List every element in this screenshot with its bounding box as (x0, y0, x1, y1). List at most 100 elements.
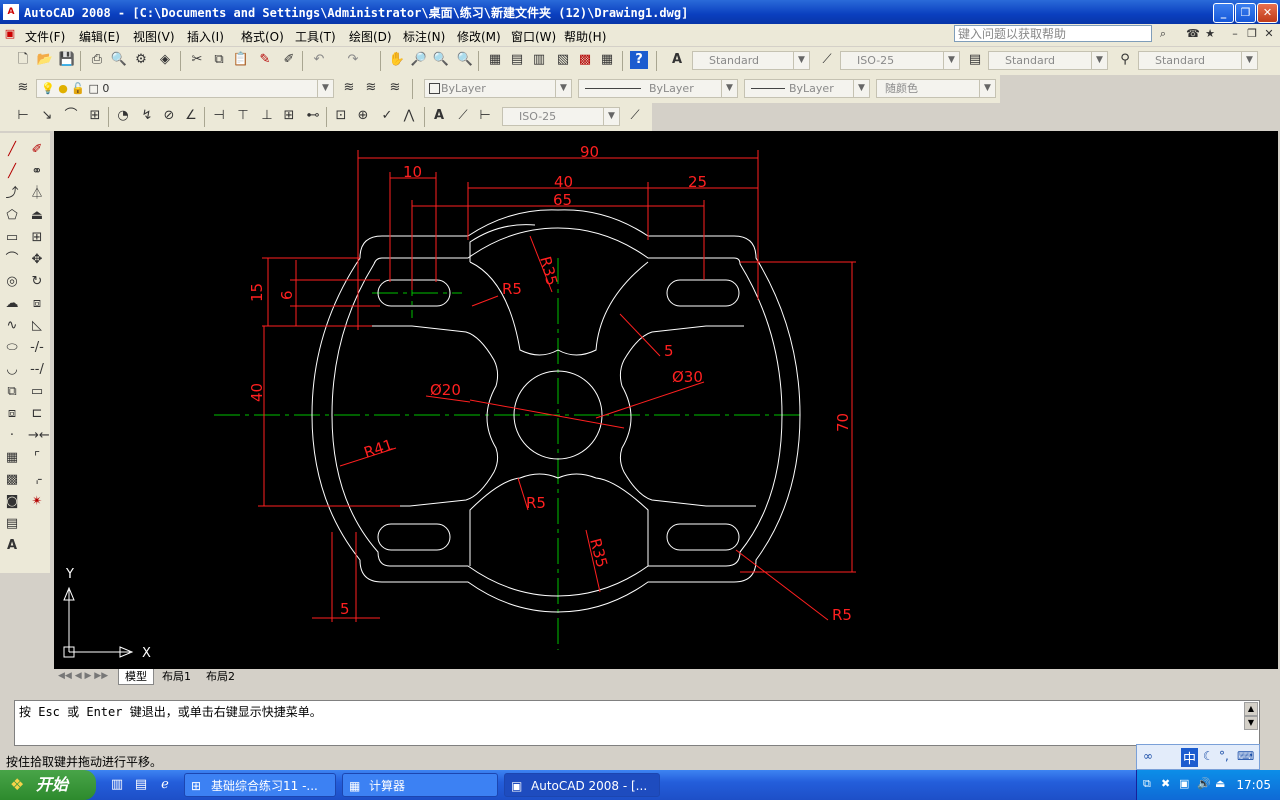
quicklaunch-ie-icon[interactable]: ℯ (156, 776, 174, 794)
dim-style-manager-icon[interactable]: ⟋ (626, 107, 644, 125)
ellipse-arc-icon[interactable]: ◡ (3, 361, 21, 379)
erase-icon[interactable]: ✐ (28, 141, 46, 159)
doc-close-icon[interactable]: ✕ (1262, 27, 1276, 41)
mirror-icon[interactable]: ⏃ (28, 185, 46, 203)
dim-style-icon[interactable]: ⟋ (818, 51, 836, 69)
circle-icon[interactable]: ◎ (3, 273, 21, 291)
fillet-icon[interactable]: ⌌ (28, 471, 46, 489)
point-icon[interactable]: · (3, 427, 21, 445)
zoom-realtime-icon[interactable]: 🔎 (410, 51, 428, 69)
quicklaunch-explorer-icon[interactable]: ▤ (132, 776, 150, 794)
dim-update-icon[interactable]: ⊢ (476, 107, 494, 125)
zoom-window-icon[interactable]: 🔍 (432, 51, 450, 69)
tolerance-icon[interactable]: ⊡ (332, 107, 350, 125)
redo-icon[interactable]: ↷ (344, 51, 362, 69)
layer-states-icon[interactable]: ≋ (386, 79, 404, 97)
sheet-set-icon[interactable]: ▧ (554, 51, 572, 69)
plot-icon[interactable]: ⎙ (88, 51, 106, 69)
task-excel[interactable]: ⊞ 基础综合练习11 -... (184, 773, 336, 797)
gradient-icon[interactable]: ▩ (3, 471, 21, 489)
move-icon[interactable]: ✥ (28, 251, 46, 269)
tray-display-icon[interactable]: ▣ (1179, 777, 1189, 790)
rotate-icon[interactable]: ↻ (28, 273, 46, 291)
text-style-select[interactable]: Standard ▼ (692, 51, 810, 70)
paste-icon[interactable]: 📋 (232, 51, 250, 69)
copy-object-icon[interactable]: ⚭ (28, 163, 46, 181)
preview-icon[interactable]: 🔍 (110, 51, 128, 69)
construction-line-icon[interactable]: ╱ (3, 163, 21, 181)
dim-edit-icon[interactable]: A (430, 107, 448, 125)
zoom-previous-icon[interactable]: 🔍 (456, 51, 474, 69)
diameter-dim-icon[interactable]: ⊘ (160, 107, 178, 125)
ime-punct-icon[interactable]: °, (1219, 749, 1229, 763)
ime-icon[interactable]: ∞ (1143, 749, 1153, 763)
baseline-dim-icon[interactable]: ⊤ (234, 107, 252, 125)
color-control-select[interactable]: ByLayer ▼ (424, 79, 572, 98)
chamfer-icon[interactable]: ⌜ (28, 449, 46, 467)
trim-icon[interactable]: -/- (28, 339, 46, 357)
restore-button[interactable]: ❐ (1235, 3, 1256, 23)
start-button[interactable]: ❖ 开始 (0, 770, 96, 800)
scale-icon[interactable]: ⧈ (28, 295, 46, 313)
command-line[interactable]: 按 Esc 或 Enter 键退出，或单击右键显示快捷菜单。 ▲ ▼ (14, 700, 1260, 746)
communication-icon[interactable]: ☎ (1186, 27, 1200, 41)
radius-dim-icon[interactable]: ◔ (114, 107, 132, 125)
inspection-icon[interactable]: ✓ (378, 107, 396, 125)
layer-select[interactable]: 💡 ● 🔓 □ 0 ▼ (36, 79, 334, 98)
tool-palettes-icon[interactable]: ▥ (530, 51, 548, 69)
menu-dimension[interactable]: 标注(N) (403, 28, 445, 45)
doc-minimize-icon[interactable]: – (1228, 27, 1242, 41)
clock[interactable]: 17:05 (1236, 778, 1271, 792)
ime-moon-icon[interactable]: ☾ (1203, 749, 1214, 763)
tab-model[interactable]: 模型 (118, 669, 154, 685)
tray-antivirus-icon[interactable]: ✖ (1161, 777, 1170, 790)
cut-icon[interactable]: ✂ (188, 51, 206, 69)
search-icon[interactable]: ⌕ (1156, 27, 1170, 41)
open-icon[interactable]: 📂 (36, 51, 54, 69)
rectangle-icon[interactable]: ▭ (3, 229, 21, 247)
dim-break-icon[interactable]: ⊷ (304, 107, 322, 125)
copy-icon[interactable]: ⧉ (210, 51, 228, 69)
lineweight-control-select[interactable]: ByLayer ▼ (744, 79, 870, 98)
table-style-select[interactable]: Standard ▼ (988, 51, 1108, 70)
extend-icon[interactable]: --/ (28, 361, 46, 379)
block-editor-icon[interactable]: ✐ (280, 51, 298, 69)
polygon-icon[interactable]: ⬠ (3, 207, 21, 225)
menu-format[interactable]: 格式(O) (241, 28, 284, 45)
aligned-dim-icon[interactable]: ↘ (38, 107, 56, 125)
break-at-point-icon[interactable]: ▭ (28, 383, 46, 401)
tab-nav-arrows-icon[interactable]: ◀◀ ◀ ▶ ▶▶ (58, 669, 108, 684)
menu-help[interactable]: 帮助(H) (564, 28, 606, 45)
break-icon[interactable]: ⊏ (28, 405, 46, 423)
menu-tools[interactable]: 工具(T) (295, 28, 336, 45)
line-icon[interactable]: ╱ (3, 141, 21, 159)
text-style-icon[interactable]: A (668, 51, 686, 69)
stretch-icon[interactable]: ◺ (28, 317, 46, 335)
markup-icon[interactable]: ▩ (576, 51, 594, 69)
jogged-linear-icon[interactable]: ⋀ (400, 107, 418, 125)
tray-network-icon[interactable]: ⧉ (1143, 777, 1151, 791)
save-icon[interactable]: 💾 (58, 51, 76, 69)
favorites-icon[interactable]: ★ (1203, 27, 1217, 41)
multileader-style-icon[interactable]: ⚲ (1116, 51, 1134, 69)
center-mark-icon[interactable]: ⊕ (354, 107, 372, 125)
ordinate-dim-icon[interactable]: ⊞ (86, 107, 104, 125)
make-current-layer-icon[interactable]: ≋ (340, 79, 358, 97)
ime-chinese-icon[interactable]: 中 (1181, 748, 1199, 767)
close-button[interactable]: ✕ (1257, 3, 1278, 23)
hatch-icon[interactable]: ▦ (3, 449, 21, 467)
doc-restore-icon[interactable]: ❐ (1245, 27, 1259, 41)
menu-view[interactable]: 视图(V) (133, 28, 175, 45)
array-icon[interactable]: ⊞ (28, 229, 46, 247)
menu-edit[interactable]: 编辑(E) (79, 28, 120, 45)
help-search-input[interactable]: 键入问题以获取帮助 (954, 25, 1152, 42)
quick-dim-icon[interactable]: ⊣ (210, 107, 228, 125)
jogged-dim-icon[interactable]: ↯ (138, 107, 156, 125)
revision-cloud-icon[interactable]: ☁ (3, 295, 21, 313)
tab-layout1[interactable]: 布局1 (158, 669, 195, 684)
scroll-up-icon[interactable]: ▲ (1244, 702, 1258, 716)
properties-icon[interactable]: ▦ (486, 51, 504, 69)
arc-icon[interactable]: ⌒ (3, 251, 21, 269)
insert-block-icon[interactable]: ⧉ (3, 383, 21, 401)
scroll-down-icon[interactable]: ▼ (1244, 716, 1258, 730)
